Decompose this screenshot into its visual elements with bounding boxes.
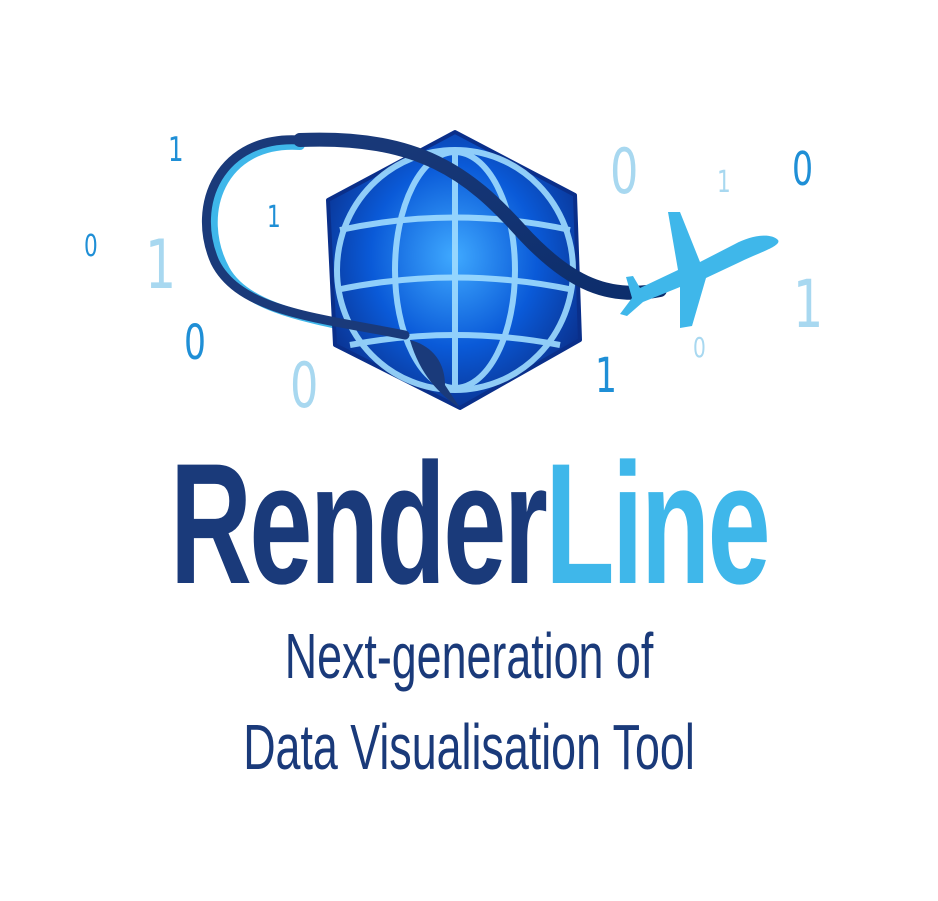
brand-name-part1: Render	[169, 428, 548, 620]
binary-digit: 1	[145, 226, 177, 305]
logo-emblem	[202, 130, 779, 410]
binary-digit: 0	[792, 142, 814, 196]
binary-digit: 1	[168, 130, 184, 170]
logo-page: 1 0 1 1 0 0 0 1 0 1 1 0 RenderLine Next-…	[0, 0, 938, 901]
binary-digit: 1	[717, 165, 731, 200]
binary-digit: 1	[595, 348, 617, 404]
airplane-icon	[620, 212, 779, 328]
binary-digit: 0	[184, 315, 206, 371]
tagline-line1: Next-generation of	[284, 620, 654, 692]
binary-digit: 1	[793, 266, 824, 343]
tagline-line2: Data Visualisation Tool	[243, 711, 695, 783]
binary-digit: 0	[290, 349, 319, 422]
brand-wordmark: RenderLine	[159, 438, 778, 610]
binary-digit: 0	[84, 229, 98, 264]
binary-digit: 0	[610, 135, 639, 208]
binary-digit: 1	[267, 200, 281, 235]
brand-name-part2: Line	[545, 428, 770, 620]
binary-digit: 0	[693, 331, 706, 364]
